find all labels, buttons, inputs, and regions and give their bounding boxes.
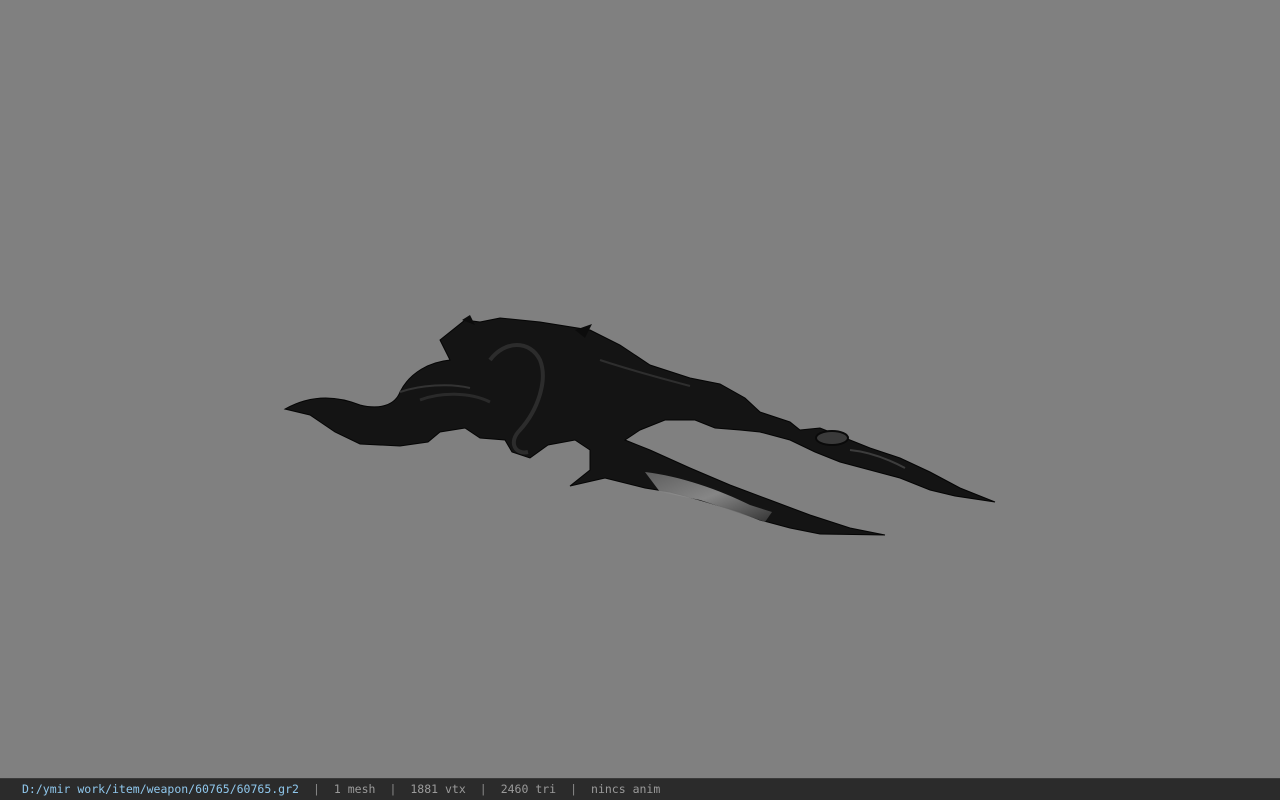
separator: | — [479, 782, 487, 796]
3d-viewport[interactable] — [0, 0, 1280, 778]
weapon-model — [283, 315, 996, 536]
status-bar: D:/ymir work/item/weapon/60765/60765.gr2… — [0, 778, 1280, 800]
animation-status: nincs anim — [591, 782, 661, 796]
separator: | — [312, 782, 320, 796]
separator: | — [570, 782, 578, 796]
triangle-count: 2460 tri — [500, 782, 557, 796]
vertex-count: 1881 vtx — [410, 782, 466, 796]
weapon-body — [283, 317, 996, 536]
file-path: D:/ymir work/item/weapon/60765/60765.gr2 — [22, 782, 299, 796]
separator: | — [389, 782, 397, 796]
mesh-count: 1 mesh — [333, 782, 376, 796]
